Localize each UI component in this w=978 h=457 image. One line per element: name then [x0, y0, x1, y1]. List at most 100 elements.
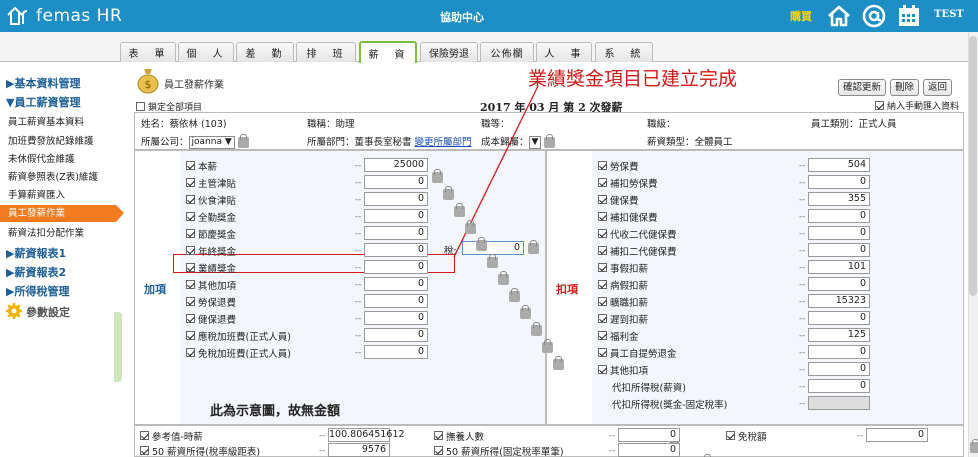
sidebar-report1[interactable]: ▶薪資報表1	[6, 245, 66, 261]
sidebar-item[interactable]: 員工薪資基本資料	[8, 114, 84, 128]
sidebar-item[interactable]: 加班費發放紀錄維護	[8, 133, 94, 147]
amount-input[interactable]: 504	[808, 158, 870, 172]
item-checkbox[interactable]	[186, 161, 195, 170]
lock-icon[interactable]	[520, 304, 531, 319]
lock-icon[interactable]	[531, 321, 542, 336]
item-checkbox[interactable]	[598, 212, 607, 221]
cost-select[interactable]: ▼	[528, 136, 542, 149]
amount-input[interactable]: 0	[364, 328, 428, 342]
item-checkbox[interactable]	[186, 263, 195, 272]
item-checkbox[interactable]	[186, 229, 195, 238]
tab-insurance[interactable]: 保險勞退	[420, 42, 478, 62]
item-checkbox[interactable]	[598, 314, 607, 323]
sidebar-item[interactable]: 薪資參照表(Z表)維護	[8, 169, 98, 183]
lock-icon[interactable]	[443, 185, 454, 200]
amount-input[interactable]: 0	[364, 209, 428, 223]
item-checkbox[interactable]	[598, 246, 607, 255]
lock-icon[interactable]	[509, 287, 520, 302]
amount-input[interactable]: 0	[808, 362, 870, 376]
item-checkbox[interactable]	[598, 280, 607, 289]
lock-icon[interactable]	[487, 253, 498, 268]
amount-input[interactable]: 0	[808, 175, 870, 189]
item-checkbox[interactable]	[186, 297, 195, 306]
sidebar-income-tax[interactable]: ▶所得稅管理	[6, 283, 69, 299]
tab-scheduling[interactable]: 排 班	[296, 42, 356, 62]
item-checkbox[interactable]	[186, 246, 195, 255]
item-checkbox[interactable]	[186, 280, 195, 289]
tab-forms[interactable]: 表 單	[120, 42, 176, 62]
sidebar-collapse-handle[interactable]	[114, 312, 122, 382]
buy-link[interactable]: 購買	[790, 8, 812, 24]
amount-input[interactable]: 0	[808, 209, 870, 223]
sidebar-basic-data[interactable]: ▶基本資料管理	[6, 75, 80, 91]
amount-input[interactable]: 0	[808, 379, 870, 393]
sidebar-payroll-mgmt[interactable]: ▼員工薪資管理	[6, 94, 80, 110]
item-checkbox[interactable]	[186, 178, 195, 187]
sidebar-params[interactable]: 參數設定	[26, 304, 70, 320]
confirm-update-button[interactable]: 確認更新	[838, 79, 887, 96]
sidebar-item-active[interactable]: 員工發薪作業	[0, 205, 116, 222]
home-icon[interactable]	[826, 3, 852, 29]
amount-input[interactable]: 9576	[328, 443, 390, 457]
lock-icon[interactable]	[465, 219, 476, 234]
amount-input[interactable]: 100.806451612	[328, 428, 405, 442]
amount-input[interactable]: 101	[808, 260, 870, 274]
lock-icon[interactable]	[528, 240, 539, 254]
help-center-link[interactable]: 協助中心	[440, 9, 484, 25]
amount-input[interactable]: 15323	[808, 294, 870, 308]
amount-input[interactable]: 0	[364, 226, 428, 240]
lock-icon[interactable]	[237, 134, 249, 148]
amount-input[interactable]: 0	[808, 345, 870, 359]
amount-input[interactable]: 0	[364, 345, 428, 359]
lock-icon[interactable]	[970, 438, 978, 453]
tab-hr[interactable]: 人 事	[536, 42, 592, 62]
tab-personal[interactable]: 個 人	[178, 42, 234, 62]
amount-input[interactable]: 0	[364, 294, 428, 308]
item-checkbox[interactable]	[598, 263, 607, 272]
amount-input[interactable]: 0	[364, 311, 428, 325]
tab-payroll[interactable]: 薪 資	[359, 41, 417, 63]
amount-input[interactable]: 0	[618, 443, 680, 457]
item-checkbox[interactable]	[140, 446, 149, 455]
amount-input[interactable]: 0	[808, 243, 870, 257]
amount-input[interactable]: 355	[808, 192, 870, 206]
sidebar-item[interactable]: 未休假代金維護	[8, 151, 75, 165]
amount-input[interactable]: 0	[808, 226, 870, 240]
item-checkbox[interactable]	[726, 431, 735, 440]
sidebar-item[interactable]: 薪資法扣分配作業	[8, 225, 84, 239]
lock-icon[interactable]	[553, 355, 564, 370]
amount-input[interactable]: 0	[808, 311, 870, 325]
item-checkbox[interactable]	[186, 331, 195, 340]
item-checkbox[interactable]	[434, 446, 443, 455]
lock-icon[interactable]	[432, 168, 443, 183]
amount-input[interactable]: 0	[364, 243, 428, 257]
delete-button[interactable]: 刪除	[890, 79, 920, 96]
user-name[interactable]: TEST	[934, 9, 964, 20]
tax-input[interactable]: 0	[462, 241, 524, 255]
amount-input[interactable]: 25000	[364, 158, 428, 172]
back-button[interactable]: 返回	[923, 79, 953, 96]
amount-input[interactable]: 0	[618, 428, 680, 442]
item-checkbox[interactable]	[598, 331, 607, 340]
item-checkbox[interactable]	[186, 195, 195, 204]
amount-input[interactable]: 0	[364, 192, 428, 206]
amount-input[interactable]: 0	[364, 175, 428, 189]
amount-input[interactable]: 0	[808, 277, 870, 291]
item-checkbox[interactable]	[598, 348, 607, 357]
lock-icon[interactable]	[454, 202, 465, 217]
lock-icon[interactable]	[544, 134, 556, 148]
calendar-icon[interactable]	[896, 3, 922, 29]
lock-icon[interactable]	[498, 270, 509, 285]
tab-attendance[interactable]: 差 勤	[236, 42, 294, 62]
email-at-icon[interactable]	[861, 3, 887, 29]
item-checkbox[interactable]	[598, 365, 607, 374]
manual-import-checkbox[interactable]: 納入手動匯入資料	[875, 99, 959, 112]
item-checkbox[interactable]	[140, 431, 149, 440]
amount-input[interactable]: 0	[364, 277, 428, 291]
sidebar-item[interactable]: 手算薪資匯入	[8, 187, 65, 201]
tab-bulletin[interactable]: 公佈欄	[480, 42, 534, 62]
item-checkbox[interactable]	[598, 161, 607, 170]
item-checkbox[interactable]	[186, 314, 195, 323]
item-checkbox[interactable]	[434, 431, 443, 440]
sidebar-report2[interactable]: ▶薪資報表2	[6, 264, 66, 280]
